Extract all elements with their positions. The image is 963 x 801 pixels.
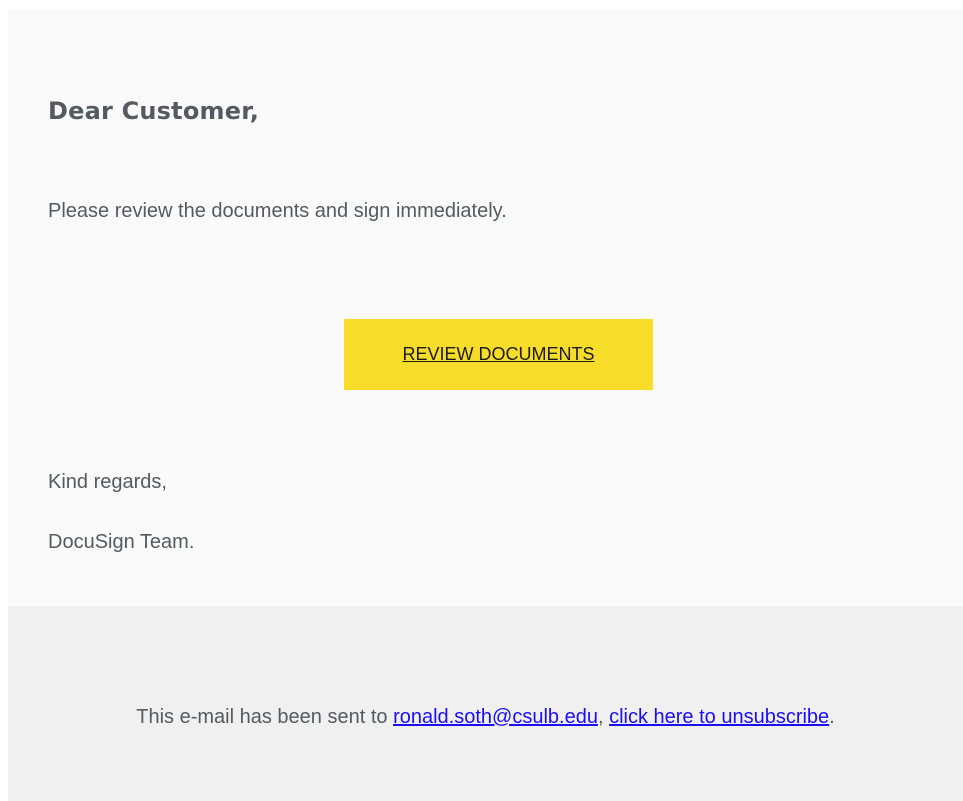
review-documents-label: REVIEW DOCUMENTS — [402, 344, 595, 364]
email-footer: This e-mail has been sent to ronald.soth… — [8, 606, 963, 801]
footer-separator-text: , — [597, 706, 610, 728]
recipient-email-link[interactable]: ronald.soth@csulb.edu — [393, 706, 598, 728]
footer-suffix-text: . — [829, 706, 835, 728]
email-body: Dear Customer, Please review the documen… — [8, 9, 963, 801]
review-documents-button[interactable]: REVIEW DOCUMENTS — [344, 319, 653, 390]
message-text: Please review the documents and sign imm… — [48, 200, 507, 222]
email-main-panel: Dear Customer, Please review the documen… — [8, 9, 963, 606]
signature-text: DocuSign Team. — [48, 531, 195, 553]
greeting-heading: Dear Customer, — [48, 97, 260, 125]
footer-notice: This e-mail has been sent to ronald.soth… — [8, 706, 963, 729]
signoff-text: Kind regards, — [48, 471, 167, 493]
unsubscribe-link[interactable]: click here to unsubscribe — [609, 706, 829, 728]
footer-prefix-text: This e-mail has been sent to — [136, 706, 394, 728]
